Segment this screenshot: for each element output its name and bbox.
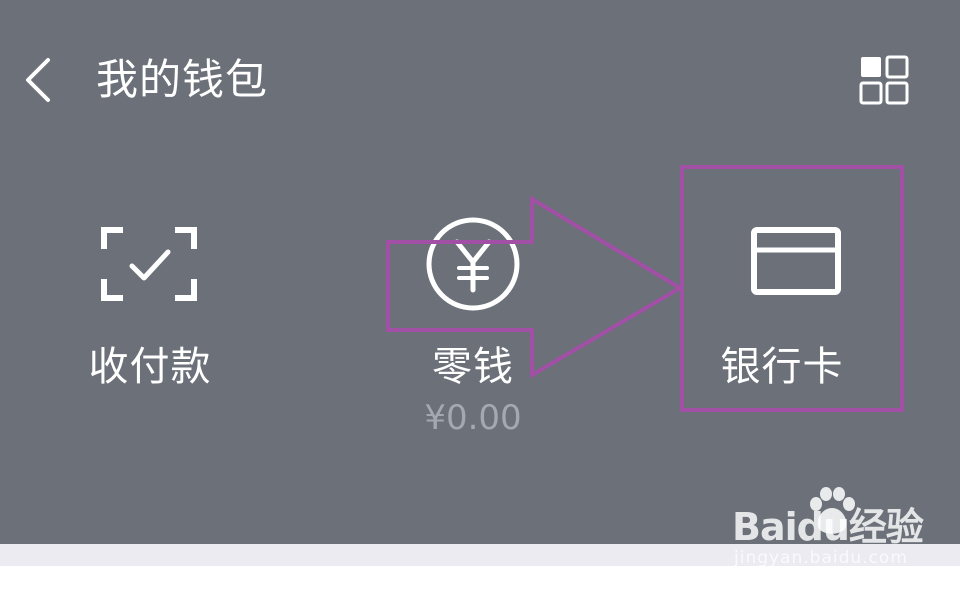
feature-label: 零钱 (432, 344, 514, 390)
feature-receive-pay[interactable]: 收付款 (50, 210, 250, 400)
back-button[interactable] (18, 52, 62, 108)
watermark-logo-text: Baidu经验 (732, 505, 924, 549)
balance-amount: ¥0.00 (424, 398, 522, 438)
feature-label: 银行卡 (720, 344, 844, 390)
yen-circle-icon (426, 217, 520, 311)
wallet-header-panel: 我的钱包 收付款 零钱 ¥0.00 银行卡 (0, 0, 960, 544)
chevron-left-icon (26, 58, 50, 102)
grid-icon (859, 55, 909, 105)
scan-check-icon (101, 227, 197, 301)
page-title: 我的钱包 (96, 55, 269, 104)
feature-label: 收付款 (88, 344, 212, 390)
watermark-url: jingyan.baidu.com (734, 548, 908, 568)
feature-bank-card[interactable]: 银行卡 (682, 210, 882, 400)
menu-grid-button[interactable] (856, 54, 912, 108)
feature-change[interactable]: 零钱 ¥0.00 (373, 210, 573, 450)
baidu-watermark: Baidu经验 jingyan.baidu.com (732, 487, 942, 578)
bank-card-icon (751, 227, 841, 295)
